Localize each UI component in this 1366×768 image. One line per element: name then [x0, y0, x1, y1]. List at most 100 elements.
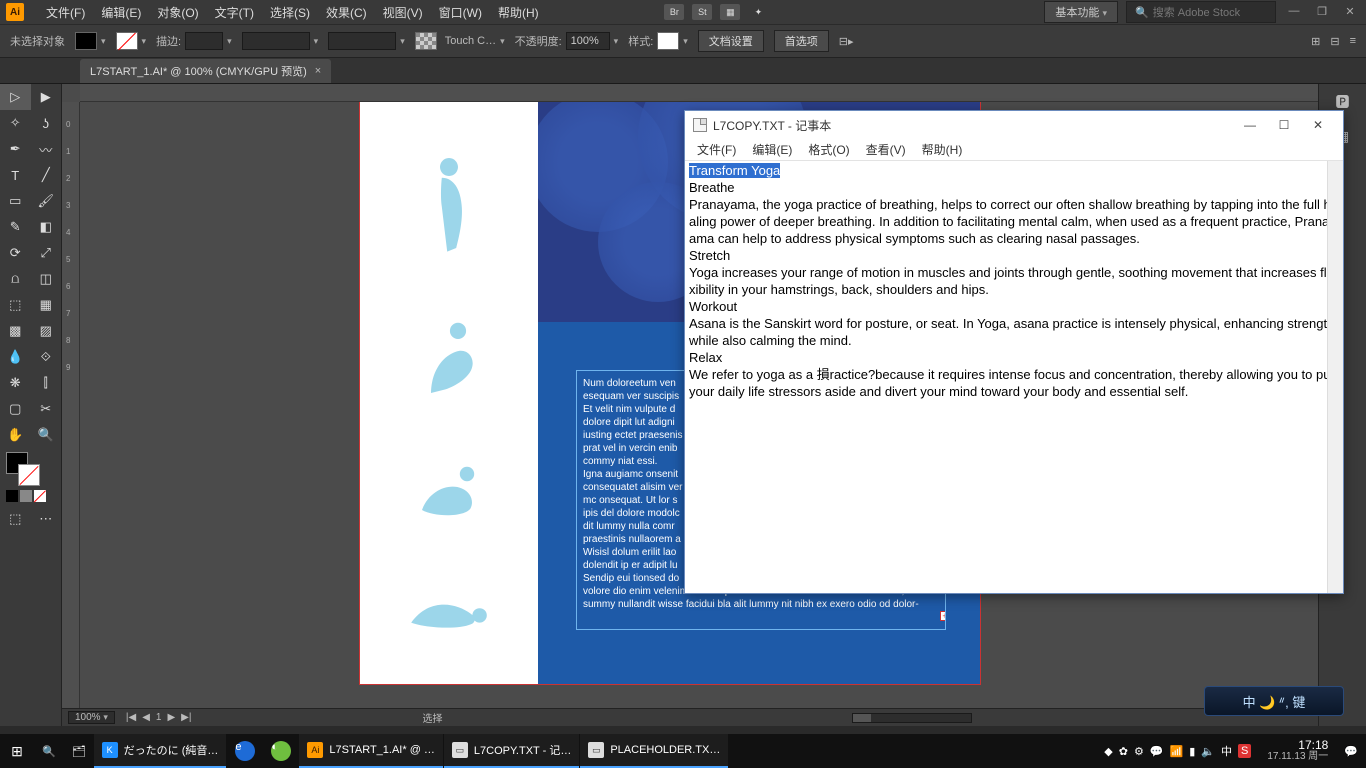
type-tool[interactable]: T: [0, 162, 31, 188]
notepad-titlebar[interactable]: L7COPY.TXT - 记事本 — ☐ ✕: [685, 111, 1343, 139]
menu-window[interactable]: 窗口(W): [431, 4, 490, 21]
taskbar-app-notepad-2[interactable]: ▭PLACEHOLDER.TX…: [580, 734, 728, 768]
scale-tool[interactable]: ⤢: [31, 240, 62, 266]
notepad-minimize[interactable]: —: [1233, 114, 1267, 136]
window-close[interactable]: ✕: [1340, 5, 1360, 19]
slice-tool[interactable]: ✂: [31, 396, 62, 422]
np-menu-format[interactable]: 格式(O): [800, 141, 857, 158]
shape-builder-tool[interactable]: ⬚: [0, 292, 31, 318]
rotate-tool[interactable]: ⟳: [0, 240, 31, 266]
shaper-tool[interactable]: ✎: [0, 214, 31, 240]
line-tool[interactable]: ╱: [31, 162, 62, 188]
gradient-tool[interactable]: ▨: [31, 318, 62, 344]
paintbrush-tool[interactable]: 🖌: [31, 188, 62, 214]
notepad-close[interactable]: ✕: [1301, 114, 1335, 136]
notepad-textarea[interactable]: Transform Yoga Breathe Pranayama, the yo…: [685, 161, 1343, 593]
ruler-horizontal[interactable]: [80, 84, 1318, 102]
arrange-icon[interactable]: ▦: [720, 4, 740, 20]
bridge-icon[interactable]: Br: [664, 4, 684, 20]
document-tab[interactable]: L7START_1.AI* @ 100% (CMYK/GPU 预览) ×: [80, 59, 331, 83]
notepad-scrollbar[interactable]: [1327, 161, 1343, 593]
tray-ime[interactable]: 中: [1221, 743, 1232, 759]
edit-toolbar[interactable]: ⋯: [31, 506, 62, 532]
free-transform-tool[interactable]: ◫: [31, 266, 62, 292]
window-minimize[interactable]: —: [1284, 5, 1304, 19]
gpu-icon[interactable]: ✦: [748, 4, 768, 20]
stroke-weight-input[interactable]: [185, 32, 223, 50]
menu-file[interactable]: 文件(F): [38, 4, 93, 21]
tray-icon[interactable]: ◆: [1104, 745, 1112, 758]
doc-setup-button[interactable]: 文档设置: [698, 30, 764, 52]
ime-indicator[interactable]: 中 🌙 ᐥ, 键: [1204, 686, 1344, 716]
action-center-icon[interactable]: 💬: [1336, 734, 1366, 768]
eyedropper-tool[interactable]: 💧: [0, 344, 31, 370]
menu-edit[interactable]: 编辑(E): [93, 4, 149, 21]
gradient-mode[interactable]: [20, 490, 32, 502]
np-menu-edit[interactable]: 编辑(E): [744, 141, 800, 158]
magic-wand-tool[interactable]: ✧: [0, 110, 31, 136]
variable-width-input[interactable]: [242, 32, 310, 50]
panel-opt-1[interactable]: ⊞: [1311, 35, 1320, 48]
stroke-color[interactable]: [18, 464, 40, 486]
opacity-input[interactable]: [566, 32, 610, 50]
blend-tool[interactable]: ⟐: [31, 344, 62, 370]
menu-help[interactable]: 帮助(H): [490, 4, 547, 21]
tray-sogou-icon[interactable]: S: [1238, 744, 1251, 758]
style-swatch[interactable]: [657, 32, 679, 50]
align-icon[interactable]: ⊟▸: [839, 35, 854, 48]
stock-icon[interactable]: St: [692, 4, 712, 20]
tray-icon[interactable]: ⚙: [1134, 745, 1144, 758]
np-menu-view[interactable]: 查看(V): [858, 141, 914, 158]
menu-view[interactable]: 视图(V): [375, 4, 431, 21]
taskbar-app-1[interactable]: Kだったのに (純音…: [94, 734, 227, 768]
hand-tool[interactable]: ✋: [0, 422, 31, 448]
tray-network-icon[interactable]: 📶: [1170, 745, 1184, 758]
tray-volume-icon[interactable]: 🔈: [1201, 745, 1215, 758]
panel-menu-icon[interactable]: ≡: [1350, 35, 1356, 47]
selection-tool[interactable]: ▷: [0, 84, 31, 110]
taskbar-app-notepad-1[interactable]: ▭L7COPY.TXT - 记…: [444, 734, 579, 768]
horizontal-scrollbar[interactable]: [852, 713, 972, 723]
taskbar-clock[interactable]: 17:1817.11.13 周一: [1259, 739, 1336, 763]
tray-icon[interactable]: ✿: [1119, 745, 1128, 758]
zoom-tool[interactable]: 🔍: [31, 422, 62, 448]
system-tray[interactable]: ◆ ✿ ⚙ 💬 📶 ▮ 🔈 中S: [1096, 743, 1259, 759]
screen-mode[interactable]: ⬚: [0, 506, 31, 532]
color-swatches[interactable]: [0, 448, 61, 506]
symbol-sprayer-tool[interactable]: ❋: [0, 370, 31, 396]
width-tool[interactable]: ⩍: [0, 266, 31, 292]
opacity-swatch[interactable]: [415, 32, 437, 50]
none-mode[interactable]: [34, 490, 46, 502]
close-tab-icon[interactable]: ×: [315, 65, 321, 77]
menu-object[interactable]: 对象(O): [149, 4, 206, 21]
menu-type[interactable]: 文字(T): [207, 4, 262, 21]
notepad-maximize[interactable]: ☐: [1267, 114, 1301, 136]
tray-icon[interactable]: 💬: [1150, 745, 1164, 758]
notepad-window[interactable]: L7COPY.TXT - 记事本 — ☐ ✕ 文件(F) 编辑(E) 格式(O)…: [684, 110, 1344, 594]
tray-battery-icon[interactable]: ▮: [1189, 745, 1195, 758]
pen-tool[interactable]: ✒: [0, 136, 31, 162]
window-restore[interactable]: ❐: [1312, 5, 1332, 19]
direct-selection-tool[interactable]: ▶: [31, 84, 62, 110]
workspace-switcher[interactable]: 基本功能 ▾: [1044, 1, 1118, 23]
rectangle-tool[interactable]: ▭: [0, 188, 31, 214]
taskbar-app-illustrator[interactable]: AiL7START_1.AI* @ …: [299, 734, 443, 768]
ruler-vertical[interactable]: 0123456789: [62, 102, 80, 708]
start-button[interactable]: ⊞: [0, 734, 34, 768]
panel-opt-2[interactable]: ⊟: [1330, 35, 1339, 48]
taskbar-app-3[interactable]: ◐: [263, 734, 299, 768]
artboard-nav[interactable]: |◀◀1▶▶|: [123, 712, 195, 723]
explorer-button[interactable]: 🗂: [64, 734, 94, 768]
perspective-tool[interactable]: ▦: [31, 292, 62, 318]
overflow-indicator[interactable]: +: [940, 611, 946, 621]
mesh-tool[interactable]: ▩: [0, 318, 31, 344]
zoom-level[interactable]: 100% ▾: [68, 711, 115, 724]
np-menu-file[interactable]: 文件(F): [689, 141, 744, 158]
taskbar-app-edge[interactable]: e: [227, 734, 263, 768]
eraser-tool[interactable]: ◧: [31, 214, 62, 240]
brush-def-input[interactable]: [328, 32, 396, 50]
search-stock[interactable]: 🔍搜索 Adobe Stock: [1126, 1, 1276, 23]
fill-swatch[interactable]: [75, 32, 97, 50]
search-button[interactable]: 🔍: [34, 734, 64, 768]
curvature-tool[interactable]: 〰: [31, 136, 62, 162]
